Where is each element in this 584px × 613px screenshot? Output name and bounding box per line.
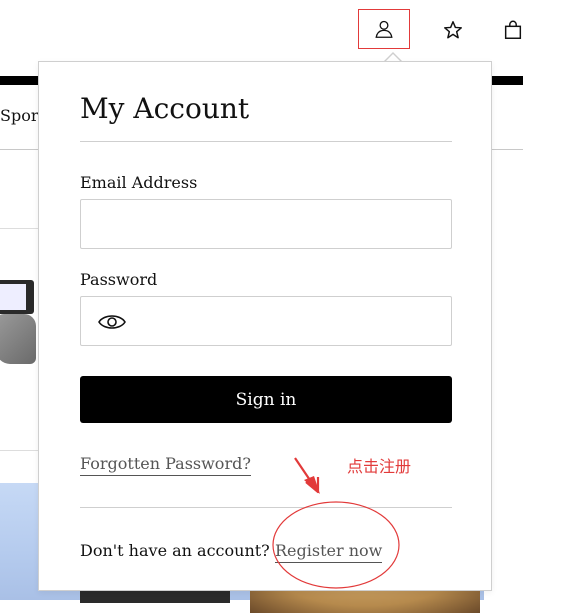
no-account-text: Don't have an account?: [80, 541, 270, 560]
title-divider: [80, 141, 452, 142]
password-label: Password: [80, 270, 158, 289]
annotation-text: 点击注册: [347, 457, 412, 476]
sign-in-button[interactable]: Sign in: [80, 376, 452, 423]
forgot-password-link[interactable]: Forgotten Password?: [80, 454, 251, 476]
divider: [0, 450, 40, 451]
fabric-image: [0, 314, 36, 364]
register-now-link[interactable]: Register now: [275, 541, 383, 563]
password-field-container: [80, 296, 452, 346]
password-input[interactable]: [81, 297, 451, 345]
star-icon: [444, 21, 462, 39]
product-thumbnail[interactable]: [0, 270, 40, 370]
shopping-bag-icon: [504, 20, 522, 39]
shopping-bag-button[interactable]: [487, 10, 539, 50]
user-icon: [375, 20, 393, 38]
register-divider: [80, 507, 452, 508]
eye-icon[interactable]: [97, 311, 127, 333]
wishlist-button[interactable]: [427, 10, 479, 50]
email-field-container: [80, 199, 452, 249]
email-input[interactable]: [81, 200, 451, 248]
divider: [0, 228, 40, 229]
tablet-image: [0, 280, 34, 314]
account-button[interactable]: [358, 9, 410, 49]
dropdown-title: My Account: [80, 92, 250, 125]
account-dropdown: My Account Email Address Password Sign i…: [38, 61, 492, 591]
email-label: Email Address: [80, 173, 198, 192]
